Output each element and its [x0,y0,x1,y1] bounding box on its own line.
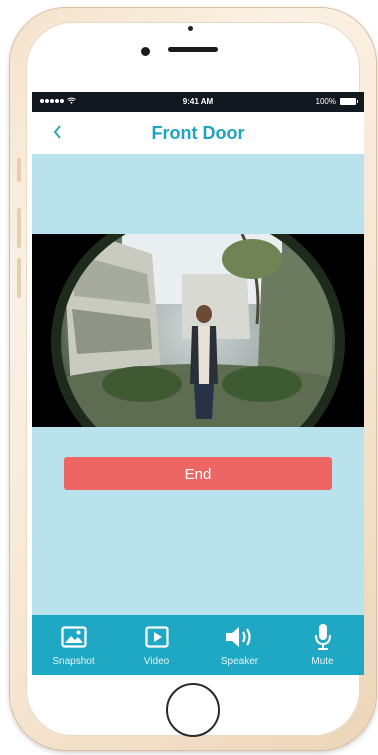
volume-up-button [17,208,21,248]
front-camera [141,47,150,56]
video-button[interactable]: Video [115,615,198,675]
earpiece-speaker [168,47,218,52]
snapshot-button[interactable]: Snapshot [32,615,115,675]
mute-switch [17,158,21,182]
proximity-sensor [188,26,193,31]
battery-percent: 100% [315,97,336,106]
speaker-button[interactable]: Speaker [198,615,281,675]
status-bar: 9:41 AM 100% [32,92,364,112]
home-button[interactable] [166,683,220,737]
fisheye-video-frame [32,234,364,427]
battery-icon [340,98,358,105]
end-call-button[interactable]: End [64,457,332,490]
app-screen: 9:41 AM 100% Front Door End Snapshot Vid… [32,92,364,675]
live-video-feed[interactable] [32,234,364,427]
snapshot-label: Snapshot [52,656,95,667]
image-icon [60,626,87,648]
status-time: 9:41 AM [182,97,214,106]
speaker-icon [225,627,251,647]
bottom-toolbar: Snapshot Video Speaker Mute [32,615,364,675]
video-label: Video [143,656,170,667]
volume-down-button [17,258,21,298]
mute-button[interactable]: Mute [281,615,364,675]
page-title: Front Door [151,123,245,143]
battery-indicator: 100% [315,97,358,106]
navigation-bar: Front Door [32,112,364,154]
video-play-icon [144,626,169,648]
speaker-label: Speaker [220,656,259,667]
microphone-icon [314,624,331,650]
mute-label: Mute [311,656,334,667]
